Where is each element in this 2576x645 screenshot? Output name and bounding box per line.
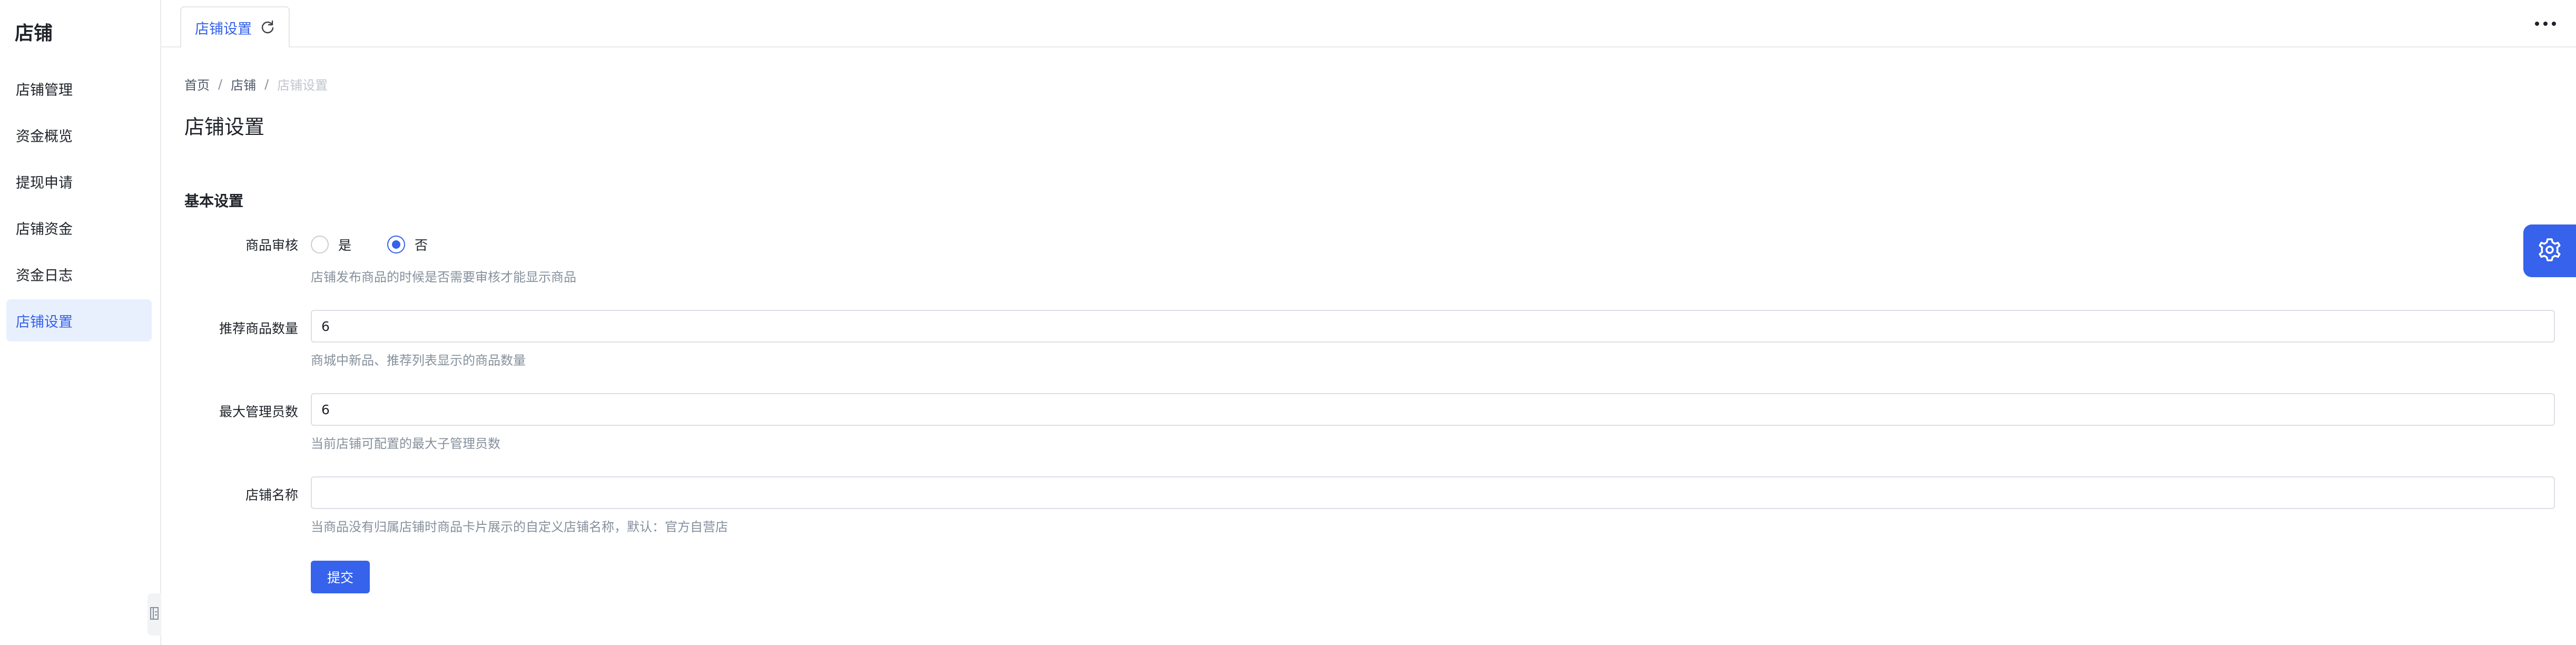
more-dot-icon — [2535, 22, 2539, 26]
sidebar-item-withdraw-request[interactable]: 提现申请 — [6, 160, 152, 202]
sidebar-item-shop-settings[interactable]: 店铺设置 — [6, 299, 152, 341]
breadcrumb-separator: / — [264, 76, 269, 92]
product-review-help: 店铺发布商品的时候是否需要审核才能显示商品 — [311, 270, 576, 285]
product-review-label: 商品审核 — [245, 238, 298, 253]
breadcrumb-current: 店铺设置 — [277, 78, 328, 93]
tab-label: 店铺设置 — [195, 21, 252, 37]
sidebar-collapse-handle[interactable] — [148, 593, 161, 636]
collapse-icon — [150, 605, 159, 623]
sidebar-item-shop-funds[interactable]: 店铺资金 — [6, 207, 152, 249]
sidebar-item-fund-overview[interactable]: 资金概览 — [6, 114, 152, 156]
more-dot-icon — [2552, 22, 2556, 26]
sidebar-menu: 店铺管理 资金概览 提现申请 店铺资金 资金日志 店铺设置 — [6, 67, 152, 346]
recommend-count-help: 商城中新品、推荐列表显示的商品数量 — [311, 353, 526, 368]
page-title: 店铺设置 — [184, 115, 265, 139]
more-menu-button[interactable] — [2535, 16, 2556, 32]
radio-label: 否 — [415, 238, 428, 253]
sidebar-item-shop-management[interactable]: 店铺管理 — [6, 67, 152, 110]
section-title: 基本设置 — [184, 192, 244, 210]
sidebar-title: 店铺 — [15, 23, 53, 44]
sidebar: 店铺 店铺管理 资金概览 提现申请 店铺资金 资金日志 店铺设置 — [0, 0, 161, 645]
shop-name-help: 当商品没有归属店铺时商品卡片展示的自定义店铺名称，默认：官方自营店 — [311, 520, 728, 534]
radio-checked-icon — [387, 236, 406, 253]
breadcrumb-separator: / — [218, 76, 223, 92]
more-dot-icon — [2543, 22, 2548, 26]
breadcrumb: 首页 / 店铺 / 店铺设置 — [184, 75, 328, 93]
settings-float-button[interactable] — [2523, 224, 2576, 277]
product-review-radio-group: 是 否 — [311, 235, 464, 254]
product-review-radio-no[interactable]: 否 — [387, 235, 428, 254]
product-review-radio-yes[interactable]: 是 — [311, 235, 351, 254]
breadcrumb-home[interactable]: 首页 — [184, 75, 210, 93]
sidebar-item-fund-log[interactable]: 资金日志 — [6, 253, 152, 295]
radio-label: 是 — [338, 238, 352, 253]
gear-icon — [2537, 237, 2562, 265]
submit-button[interactable]: 提交 — [311, 561, 370, 593]
refresh-icon[interactable] — [260, 20, 275, 35]
recommend-count-input[interactable] — [311, 310, 2555, 343]
recommend-count-label: 推荐商品数量 — [219, 321, 298, 336]
max-admins-input[interactable] — [311, 393, 2555, 426]
main-content: 首页 / 店铺 / 店铺设置 店铺设置 基本设置 商品审核 是 否 店铺发布商品… — [161, 48, 2576, 645]
shop-name-label: 店铺名称 — [245, 487, 298, 503]
breadcrumb-section[interactable]: 店铺 — [231, 75, 256, 93]
shop-name-input[interactable] — [311, 476, 2555, 509]
max-admins-label: 最大管理员数 — [219, 404, 298, 419]
tab-shop-settings[interactable]: 店铺设置 — [180, 6, 290, 47]
radio-unchecked-icon — [311, 236, 329, 253]
max-admins-help: 当前店铺可配置的最大子管理员数 — [311, 436, 500, 451]
tab-bar: 店铺设置 — [161, 0, 2576, 47]
